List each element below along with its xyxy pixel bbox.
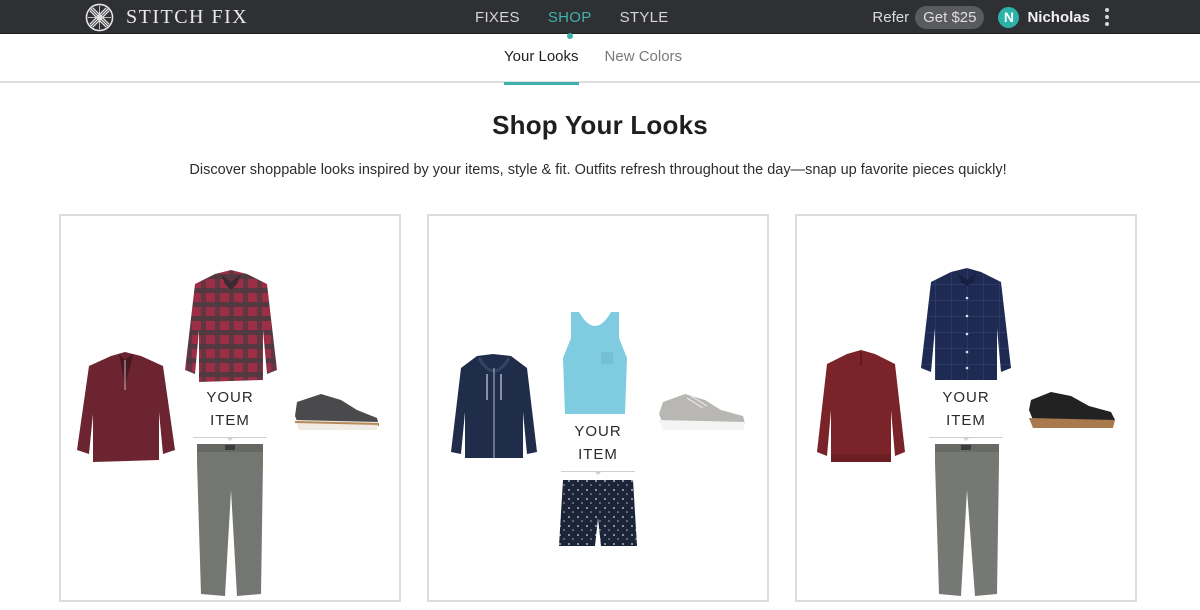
stitch-fix-logo-icon — [85, 3, 114, 31]
page-title: Shop Your Looks — [492, 110, 708, 140]
user-name[interactable]: Nicholas — [1027, 9, 1090, 26]
your-item-pointer — [561, 471, 635, 475]
brand-logo-link[interactable]: STITCH FIX — [85, 0, 248, 34]
nav-shop[interactable]: SHOP — [548, 9, 592, 39]
look-card[interactable]: YOUR ITEM — [427, 214, 769, 602]
nav-fixes[interactable]: FIXES — [475, 9, 520, 26]
look-card[interactable]: YOUR ITEM — [795, 214, 1137, 602]
user-avatar[interactable]: N — [998, 6, 1020, 28]
brand-name: STITCH FIX — [126, 5, 249, 28]
your-item-pointer — [193, 437, 267, 441]
nav-style[interactable]: STYLE — [620, 9, 669, 26]
shop-subnav: Your Looks New Colors — [0, 35, 1200, 85]
navy-check-shirt-image[interactable] — [919, 268, 1013, 386]
get-25-referral-button[interactable]: Get $25 — [915, 5, 985, 29]
grey-pants-image[interactable] — [929, 442, 1005, 598]
refer-label: Refer — [872, 8, 910, 26]
main-navigation: FIXES SHOP STYLE — [475, 0, 697, 39]
kebab-dot — [1105, 15, 1109, 19]
navy-hoodie-image[interactable] — [449, 354, 539, 462]
light-blue-tank-top-image[interactable] — [561, 310, 629, 416]
grey-pants-image[interactable] — [191, 442, 269, 598]
your-item-label: YOUR ITEM — [561, 420, 635, 475]
grey-sneakers-image[interactable] — [291, 386, 383, 434]
maroon-sweater-image[interactable] — [815, 350, 907, 466]
look-card[interactable]: YOUR ITEM — [59, 214, 401, 602]
burgundy-pullover-image[interactable] — [75, 350, 177, 466]
tab-your-looks[interactable]: Your Looks — [504, 35, 579, 85]
page-subtitle: Discover shoppable looks inspired by you… — [189, 162, 1007, 178]
navy-printed-shorts-image[interactable] — [557, 478, 639, 548]
tab-new-colors[interactable]: New Colors — [605, 35, 683, 83]
kebab-menu-icon[interactable] — [1102, 6, 1112, 28]
kebab-dot — [1105, 8, 1109, 12]
black-derby-shoes-image[interactable] — [1027, 388, 1117, 430]
user-area: Refer Get $25 N Nicholas — [872, 0, 1112, 34]
your-item-label: YOUR ITEM — [193, 386, 267, 441]
kebab-dot — [1105, 22, 1109, 26]
your-item-pointer — [929, 437, 1003, 441]
your-item-label: YOUR ITEM — [929, 386, 1003, 441]
plaid-shirt-image[interactable] — [183, 270, 279, 386]
top-navigation-bar: STITCH FIX FIXES SHOP STYLE Refer Get $2… — [0, 0, 1200, 39]
grey-canvas-sneakers-image[interactable] — [657, 390, 749, 432]
